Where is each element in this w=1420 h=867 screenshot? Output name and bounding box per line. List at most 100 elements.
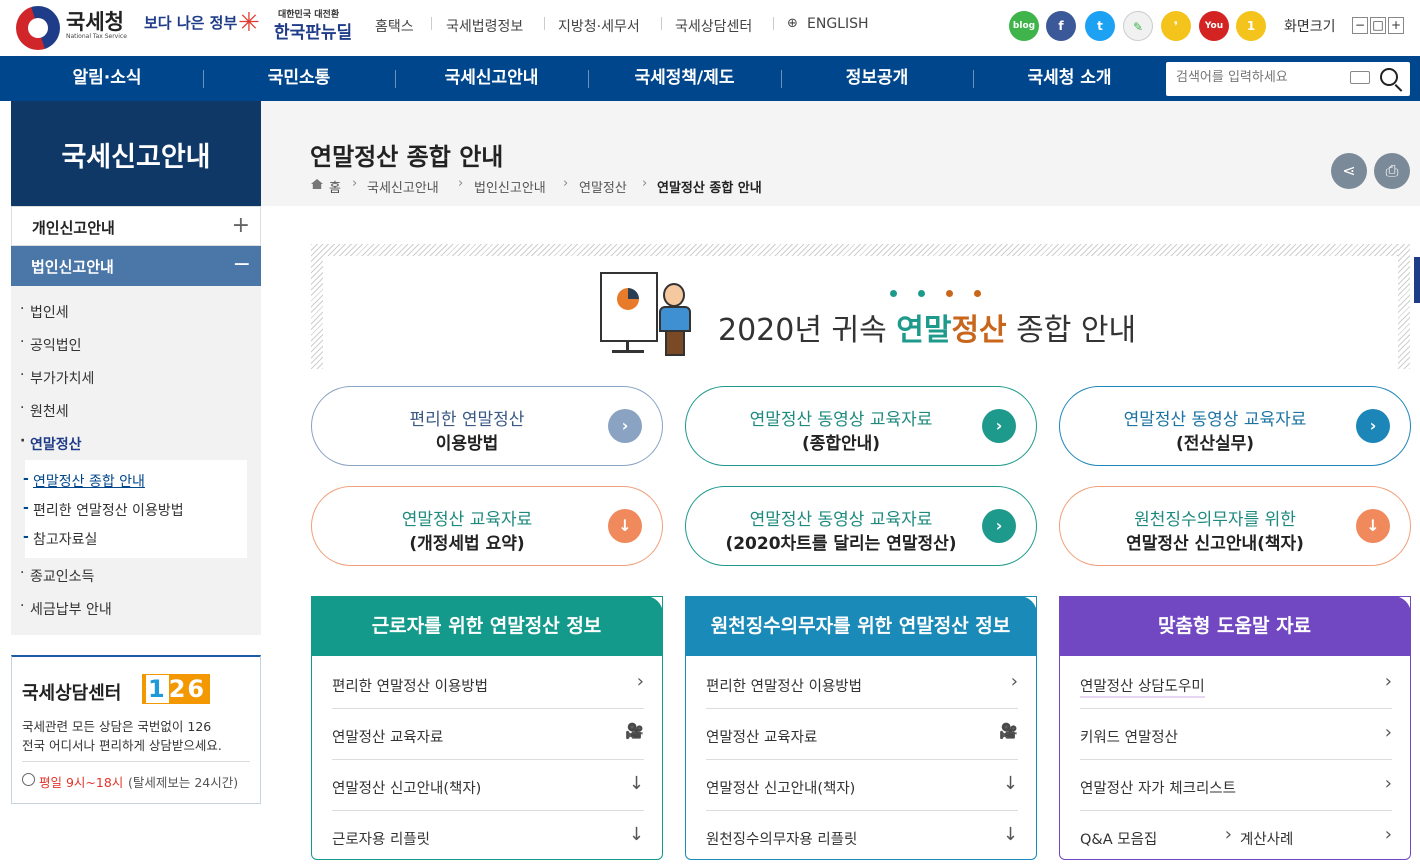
kakao-story-icon[interactable]: ❜ xyxy=(1161,11,1191,41)
panel-link-row[interactable]: 근로자용 리플릿 ↓ xyxy=(332,811,644,862)
quick-button-title: 편리한 연말정산 xyxy=(409,410,525,430)
share-icon[interactable]: ⋖ xyxy=(1331,153,1367,189)
virtual-keyboard-icon[interactable] xyxy=(1350,71,1370,84)
gnb-item-tax-filing[interactable]: 국세신고안내 xyxy=(395,56,588,101)
one-icon[interactable]: 1 xyxy=(1236,11,1266,41)
top-bar: 국세청 National Tax Service 보다 나은 정부 ✳ 대한민국… xyxy=(0,0,1420,56)
panel-link-row[interactable]: 원천징수의무자용 리플릿 ↓ xyxy=(706,811,1018,862)
hero-title-orange: 정산 xyxy=(951,313,1007,348)
lnb-subitem-corporate-tax[interactable]: 법인세 xyxy=(20,301,69,322)
font-reset-button[interactable]: □ xyxy=(1370,17,1386,34)
breadcrumb-tax-filing[interactable]: 국세신고안내 xyxy=(367,177,439,196)
panel-link-calc-example[interactable]: 계산사례 xyxy=(1240,828,1293,849)
lnb-item-corporate[interactable]: 법인신고안내 − xyxy=(11,246,261,286)
quick-video-overview-button[interactable]: 연말정산 동영상 교육자료 (종합안내) › xyxy=(685,386,1037,466)
divider xyxy=(22,761,250,762)
lnb-sub-overview[interactable]: 연말정산 종합 안내 xyxy=(23,471,145,491)
download-icon: ↓ xyxy=(608,509,642,543)
lnb-sub-how-to[interactable]: 편리한 연말정산 이용방법 xyxy=(23,500,184,520)
panel-link-row[interactable]: 편리한 연말정산 이용방법 › xyxy=(706,658,1018,709)
util-link-office[interactable]: 지방청·세무서 xyxy=(558,16,640,36)
consult-desc-1: 국세관련 모든 상담은 국번없이 126 xyxy=(22,719,212,734)
quick-booklet-button[interactable]: 원천징수의무자를 위한 연말정산 신고안내(책자) ↓ xyxy=(1059,486,1411,566)
consult-number-rest: 26 xyxy=(168,675,207,703)
chevron-right-icon: › xyxy=(458,176,464,191)
lnb-subitem-religious[interactable]: 종교인소득 xyxy=(20,565,94,586)
search-box xyxy=(1166,62,1410,96)
youtube-icon[interactable]: You xyxy=(1199,11,1229,41)
board-base xyxy=(612,350,644,353)
panel-link-row[interactable]: 연말정산 상담도우미 › xyxy=(1080,658,1392,709)
font-smaller-button[interactable]: − xyxy=(1352,17,1368,34)
quick-edu-tax-law-button[interactable]: 연말정산 교육자료 (개정세법 요약) ↓ xyxy=(311,486,663,566)
util-link-hometax[interactable]: 홈택스 xyxy=(375,16,414,36)
gnb-item-news[interactable]: 알림·소식 xyxy=(11,56,203,101)
hero-title: 2020년 귀속 연말정산 종합 안내 xyxy=(718,305,1136,349)
panel-link-label: 편리한 연말정산 이용방법 xyxy=(332,679,488,695)
quick-button-title: 연말정산 동영상 교육자료 xyxy=(749,510,933,530)
twitter-icon[interactable]: t xyxy=(1085,11,1115,41)
quick-how-to-button[interactable]: 편리한 연말정산 이용방법 › xyxy=(311,386,663,466)
quick-button-title: 연말정산 동영상 교육자료 xyxy=(749,410,933,430)
hero-border-right xyxy=(1398,244,1410,369)
logo-name[interactable]: 국세청 xyxy=(66,6,124,36)
panel-link-row[interactable]: 연말정산 자가 체크리스트 › xyxy=(1080,760,1392,811)
better-government-logo[interactable]: 보다 나은 정부 xyxy=(144,12,237,33)
gnb-item-disclosure[interactable]: 정보공개 xyxy=(781,56,973,101)
panel-link-row[interactable]: 연말정산 신고안내(책자) ↓ xyxy=(332,760,644,811)
panel-link-row[interactable]: 연말정산 신고안내(책자) ↓ xyxy=(706,760,1018,811)
quick-button-subtitle: (개정세법 요약) xyxy=(409,534,525,554)
lnb-subitem-withholding[interactable]: 원천세 xyxy=(20,400,69,421)
lnb-sub-reference[interactable]: 참고자료실 xyxy=(23,529,97,549)
search-input[interactable] xyxy=(1176,70,1336,85)
korean-new-deal-logo[interactable]: 한국판뉴딜 xyxy=(274,18,352,43)
font-larger-button[interactable]: + xyxy=(1388,17,1404,34)
util-divider xyxy=(431,17,432,30)
gnb-item-communication[interactable]: 국민소통 xyxy=(203,56,395,101)
hero-title-prefix: 2020년 귀속 xyxy=(718,313,897,348)
custom-help-panel: 맞춤형 도움말 자료 연말정산 상담도우미 › 키워드 연말정산 › 연말정산 자가 체크… xyxy=(1058,595,1411,862)
print-icon[interactable]: ⎙ xyxy=(1374,153,1410,189)
nts-emblem-icon[interactable] xyxy=(16,6,60,50)
gnb-item-about[interactable]: 국세청 소개 xyxy=(973,56,1166,101)
lnb-subitem-year-end[interactable]: 연말정산 xyxy=(20,433,81,454)
lnb-subitem-vat[interactable]: 부가가치세 xyxy=(20,367,94,388)
quick-button-title: 연말정산 동영상 교육자료 xyxy=(1123,410,1307,430)
breadcrumb-home[interactable]: 홈 xyxy=(329,177,341,196)
breadcrumb-corporate[interactable]: 법인신고안내 xyxy=(474,177,546,196)
breadcrumb-year-end[interactable]: 연말정산 xyxy=(579,177,627,196)
panel-link-row[interactable]: 연말정산 교육자료 🎥 xyxy=(332,709,644,760)
panel-link-row[interactable]: 편리한 연말정산 이용방법 › xyxy=(332,658,644,709)
search-icon[interactable] xyxy=(1380,68,1398,86)
quick-button-subtitle: 연말정산 신고안내(책자) xyxy=(1126,534,1304,554)
quick-video-chart-button[interactable]: 연말정산 동영상 교육자료 (2020차트를 달리는 연말정산) › xyxy=(685,486,1037,566)
blog-icon[interactable]: blog xyxy=(1009,11,1039,41)
lnb-title-box: 국세신고안내 xyxy=(11,101,261,206)
hero-title-suffix: 종합 안내 xyxy=(1006,313,1137,348)
panel-link-row[interactable]: Q&A 모음집 › 계산사례 › xyxy=(1080,811,1392,862)
post-icon[interactable]: ✎ xyxy=(1123,11,1153,41)
gnb-item-tax-policy[interactable]: 국세정책/제도 xyxy=(588,56,781,101)
panel-title: 근로자를 위한 연말정산 정보 xyxy=(310,595,663,656)
lnb-subitem-payment[interactable]: 세금납부 안내 xyxy=(20,598,112,619)
facebook-icon[interactable]: f xyxy=(1046,11,1076,41)
panel-link-row[interactable]: 키워드 연말정산 › xyxy=(1080,709,1392,760)
util-link-consult[interactable]: 국세상담센터 xyxy=(675,16,752,36)
consult-center-box[interactable]: 국세상담센터 126 국세관련 모든 상담은 국번없이 126 전국 어디서나 … xyxy=(11,655,261,804)
util-link-law[interactable]: 국세법령정보 xyxy=(446,16,523,36)
util-link-english[interactable]: ENGLISH xyxy=(807,16,869,32)
panel-link-label: 근로자용 리플릿 xyxy=(332,832,430,848)
hero-dot xyxy=(946,290,953,297)
scroll-indicator[interactable] xyxy=(1414,257,1420,303)
arrow-right-icon: › xyxy=(608,409,642,443)
lnb-subitem-public-interest[interactable]: 공익법인 xyxy=(20,334,81,355)
logo-subtitle: National Tax Service xyxy=(66,33,127,40)
chevron-right-icon: › xyxy=(352,176,358,191)
pie-chart-icon xyxy=(617,288,639,310)
panel-title: 맞춤형 도움말 자료 xyxy=(1058,595,1411,656)
hero-dot xyxy=(974,290,981,297)
lnb-item-label: 법인신고안내 xyxy=(31,258,114,276)
lnb-item-personal[interactable]: 개인신고안내 + xyxy=(11,206,261,246)
quick-video-it-button[interactable]: 연말정산 동영상 교육자료 (전산실무) › xyxy=(1059,386,1411,466)
panel-link-row[interactable]: 연말정산 교육자료 🎥 xyxy=(706,709,1018,760)
